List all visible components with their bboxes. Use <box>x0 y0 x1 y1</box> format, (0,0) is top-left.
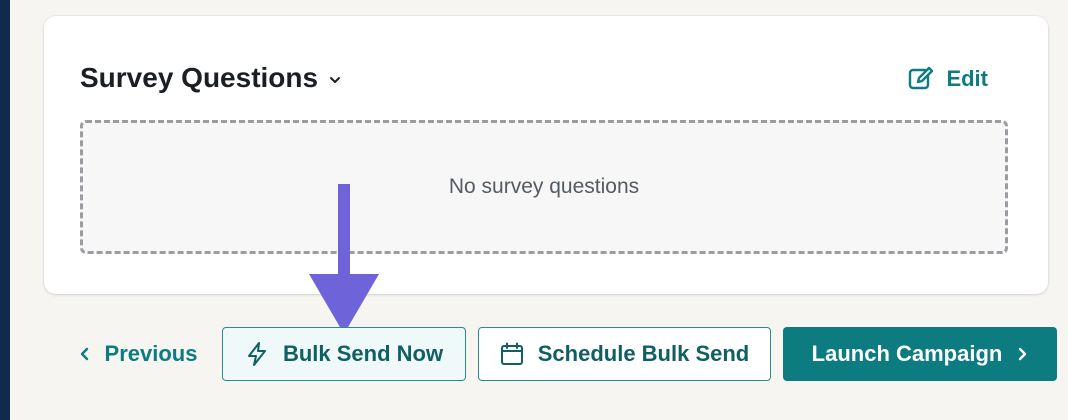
survey-questions-card: Survey Questions Edit No survey question… <box>44 16 1048 294</box>
sidebar-edge <box>0 0 10 420</box>
survey-questions-toggle[interactable]: Survey Questions <box>80 62 342 94</box>
annotation-arrow-head <box>309 274 379 334</box>
launch-campaign-button[interactable]: Launch Campaign <box>783 327 1057 381</box>
edit-label: Edit <box>946 66 988 91</box>
chevron-right-icon <box>1019 347 1027 361</box>
edit-button[interactable]: Edit <box>908 66 988 92</box>
card-title: Survey Questions <box>80 62 319 93</box>
calendar-icon <box>500 342 523 365</box>
chevron-left-icon <box>80 347 88 361</box>
empty-state-box: No survey questions <box>80 120 1008 254</box>
bulk-send-now-label: Bulk Send Now <box>282 341 444 366</box>
bulk-send-now-button[interactable]: Bulk Send Now <box>222 327 466 381</box>
empty-state-message: No survey questions <box>448 175 640 198</box>
edit-icon <box>909 66 934 90</box>
annotation-arrow-shaft <box>338 184 350 280</box>
previous-label: Previous <box>104 341 198 366</box>
previous-button[interactable]: Previous <box>68 327 208 381</box>
schedule-bulk-send-button[interactable]: Schedule Bulk Send <box>478 327 771 381</box>
lightning-icon <box>247 342 266 366</box>
launch-campaign-label: Launch Campaign <box>811 341 1003 366</box>
schedule-bulk-send-label: Schedule Bulk Send <box>537 341 750 366</box>
chevron-down-icon <box>330 77 341 83</box>
